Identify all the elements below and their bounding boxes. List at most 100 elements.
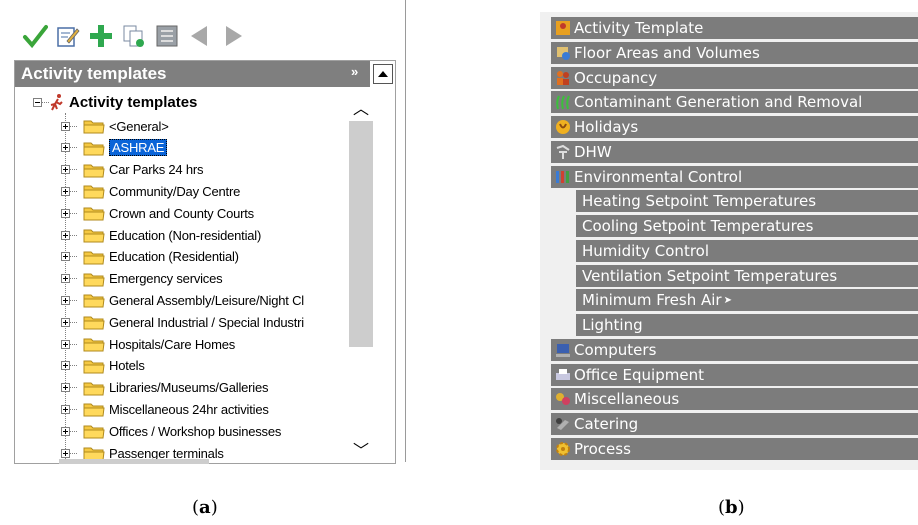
expand-icon[interactable] <box>61 121 70 131</box>
vertical-scrollbar[interactable]: ︿ ﹀ <box>347 91 375 463</box>
process-icon <box>554 441 572 457</box>
running-person-icon <box>50 94 63 111</box>
section-header[interactable]: Catering <box>551 413 918 435</box>
copy-icon[interactable] <box>121 23 147 49</box>
expand-icon[interactable] <box>61 186 70 196</box>
section-label: Holidays <box>574 118 639 136</box>
tree-connector <box>69 387 77 389</box>
scroll-down-icon[interactable]: ﹀ <box>353 437 369 461</box>
tree-item[interactable]: Hotels <box>61 355 345 377</box>
collapse-panel-button[interactable] <box>373 64 393 84</box>
folder-icon <box>83 338 105 352</box>
folder-icon <box>83 360 105 374</box>
expand-icon[interactable] <box>61 208 70 218</box>
chevron-down-icon[interactable]: » <box>351 64 358 79</box>
tree-item[interactable]: Community/Day Centre <box>61 180 345 202</box>
tree-item-label: Offices / Workshop businesses <box>109 423 282 439</box>
subsection-item[interactable]: Humidity Control <box>576 239 918 262</box>
expand-icon[interactable] <box>61 143 70 153</box>
tree-connector <box>69 299 77 301</box>
expand-icon[interactable] <box>61 274 70 284</box>
edit-icon[interactable] <box>55 23 81 49</box>
expand-icon[interactable] <box>61 230 70 240</box>
tree-item-label: Hospitals/Care Homes <box>109 336 236 352</box>
expand-icon[interactable] <box>61 383 70 393</box>
subsection-item[interactable]: Minimum Fresh Air ➤ <box>576 289 918 312</box>
section-label: DHW <box>574 142 612 161</box>
section-header[interactable]: Activity Template <box>551 17 918 39</box>
tree-item[interactable]: General Assembly/Leisure/Night Cl <box>61 289 345 311</box>
folder-icon <box>83 316 105 330</box>
tree-item[interactable]: Car Parks 24 hrs <box>61 159 345 181</box>
section-label: Computers <box>574 340 657 359</box>
tree-item[interactable]: Hospitals/Care Homes <box>61 333 345 355</box>
tree-connector <box>69 452 77 454</box>
tree-item[interactable]: ASHRAE <box>61 137 345 159</box>
expand-icon[interactable] <box>61 426 70 436</box>
subsection-item[interactable]: Cooling Setpoint Temperatures <box>576 215 918 237</box>
tree-connector <box>69 190 77 192</box>
section-label: Lighting <box>582 316 643 334</box>
tree-item[interactable]: Offices / Workshop businesses <box>61 420 345 442</box>
section-header[interactable]: Environmental Control <box>551 165 918 188</box>
caption-b: (b) <box>718 497 745 518</box>
section-label: Activity Template <box>574 19 704 37</box>
scroll-up-icon[interactable]: ︿ <box>353 95 369 119</box>
tree-item[interactable]: Miscellaneous 24hr activities <box>61 398 345 420</box>
tree-connector <box>69 169 77 171</box>
tree-item[interactable]: Education (Residential) <box>61 246 345 268</box>
horizontal-scroll-thumb[interactable] <box>59 459 209 464</box>
collapse-icon[interactable] <box>33 97 42 107</box>
back-arrow-icon[interactable] <box>187 23 213 49</box>
tree-item-label: General Industrial / Special Industri <box>109 314 304 330</box>
tree-connector <box>69 234 77 236</box>
section-header[interactable]: Miscellaneous <box>551 388 918 411</box>
section-header[interactable]: Contaminant Generation and Removal <box>551 91 918 114</box>
office-equipment-icon <box>554 367 572 383</box>
expand-icon[interactable] <box>61 339 70 349</box>
section-header[interactable]: Office Equipment <box>551 363 918 386</box>
section-header[interactable]: Occupancy <box>551 66 918 89</box>
section-label: Floor Areas and Volumes <box>574 43 760 62</box>
expand-icon[interactable] <box>61 448 70 458</box>
tree-item[interactable]: Emergency services <box>61 268 345 290</box>
tree-connector <box>69 278 77 280</box>
activity-templates-panel: Activity templates » Activity templates … <box>0 0 405 470</box>
section-header[interactable]: Computers <box>551 338 918 361</box>
template-list-icon[interactable] <box>154 23 180 49</box>
forward-arrow-icon[interactable] <box>220 23 246 49</box>
computers-icon <box>554 342 572 358</box>
section-label: Heating Setpoint Temperatures <box>582 192 817 211</box>
expand-icon[interactable] <box>61 295 70 305</box>
tree-item[interactable]: Education (Non-residential) <box>61 224 345 246</box>
expand-icon[interactable] <box>61 361 70 371</box>
section-label: Cooling Setpoint Temperatures <box>582 217 814 235</box>
tree-item[interactable]: General Industrial / Special Industri <box>61 311 345 333</box>
tree-item[interactable]: Crown and County Courts <box>61 202 345 224</box>
scroll-thumb[interactable] <box>349 121 373 347</box>
tree-item[interactable]: Libraries/Museums/Galleries <box>61 377 345 399</box>
expand-icon[interactable] <box>61 404 70 414</box>
tree-connector <box>41 101 49 103</box>
folder-icon <box>83 142 105 156</box>
section-label: Catering <box>574 415 639 433</box>
folder-icon <box>83 164 105 178</box>
toolbar <box>22 20 246 52</box>
tree-item-label: Car Parks 24 hrs <box>109 162 204 178</box>
expand-icon[interactable] <box>61 165 70 175</box>
subsection-item[interactable]: Heating Setpoint Temperatures <box>576 190 918 213</box>
subsection-item[interactable]: Ventilation Setpoint Temperatures <box>576 264 918 287</box>
section-header[interactable]: Floor Areas and Volumes <box>551 41 918 64</box>
tree-item-label: Crown and County Courts <box>109 205 254 221</box>
expand-icon[interactable] <box>61 252 70 262</box>
caption-letter: a <box>199 497 211 518</box>
apply-check-icon[interactable] <box>22 23 48 49</box>
expand-icon[interactable] <box>61 317 70 327</box>
tree-item[interactable]: <General> <box>61 115 345 137</box>
section-header[interactable]: Process <box>551 437 918 460</box>
section-header[interactable]: DHW <box>551 140 918 163</box>
subsection-item[interactable]: Lighting <box>576 314 918 336</box>
add-plus-icon[interactable] <box>88 23 114 49</box>
tree-root[interactable]: Activity templates <box>33 92 197 112</box>
section-header[interactable]: Holidays <box>551 116 918 138</box>
